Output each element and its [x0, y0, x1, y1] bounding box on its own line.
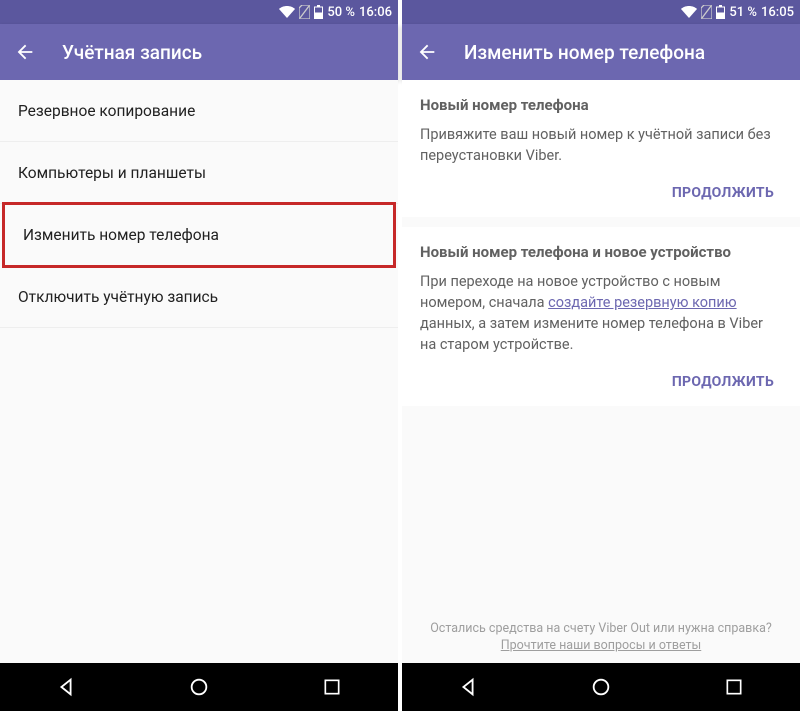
app-bar: Изменить номер телефона: [402, 24, 800, 80]
clock: 16:05: [761, 5, 794, 20]
battery-percent: 51 %: [729, 5, 757, 20]
card-title: Новый номер телефона и новое устройство: [420, 243, 782, 261]
menu-item-label: Резервное копирование: [18, 102, 195, 120]
continue-button[interactable]: ПРОДОЛЖИТЬ: [672, 374, 774, 390]
nav-home-button[interactable]: [164, 663, 234, 711]
wifi-icon: [681, 6, 697, 18]
page-title: Изменить номер телефона: [464, 41, 705, 64]
card-body: Привяжите ваш новый номер к учётной запи…: [420, 124, 782, 166]
nav-recent-button[interactable]: [699, 663, 769, 711]
card-new-number: Новый номер телефона Привяжите ваш новый…: [402, 80, 800, 217]
clock: 16:06: [359, 5, 392, 20]
status-bar: 51 % 16:05: [402, 0, 800, 24]
nav-back-button[interactable]: [433, 663, 503, 711]
card-title: Новый номер телефона: [420, 96, 782, 114]
footer-text: Остались средства на счету Viber Out или…: [430, 621, 772, 636]
back-icon[interactable]: [416, 41, 438, 63]
menu-item-change-phone[interactable]: Изменить номер телефона: [2, 202, 396, 268]
menu-item-label: Изменить номер телефона: [23, 226, 219, 244]
card-body-text: данных, а затем измените номер телефона …: [420, 315, 763, 353]
card-body: При переходе на новое устройство с новым…: [420, 271, 782, 355]
menu-item-computers-tablets[interactable]: Компьютеры и планшеты: [0, 142, 398, 204]
footer-note: Остались средства на счету Viber Out или…: [402, 621, 800, 663]
battery-percent: 50 %: [327, 5, 355, 20]
sim-icon: [701, 5, 712, 19]
page-title: Учётная запись: [62, 41, 202, 64]
menu-item-label: Компьютеры и планшеты: [18, 164, 206, 182]
wifi-icon: [279, 6, 295, 18]
back-icon[interactable]: [14, 41, 36, 63]
change-phone-content: Новый номер телефона Привяжите ваш новый…: [402, 80, 800, 663]
continue-button[interactable]: ПРОДОЛЖИТЬ: [672, 185, 774, 201]
battery-icon: [716, 5, 725, 19]
sim-icon: [299, 5, 310, 19]
account-menu-list: Резервное копирование Компьютеры и планш…: [0, 80, 398, 663]
menu-item-deactivate[interactable]: Отключить учётную запись: [0, 266, 398, 328]
menu-item-label: Отключить учётную запись: [18, 288, 218, 306]
screen-change-phone: 51 % 16:05 Изменить номер телефона Новый…: [402, 0, 800, 711]
nav-bar: [402, 663, 800, 711]
nav-home-button[interactable]: [566, 663, 636, 711]
screen-account: 50 % 16:06 Учётная запись Резервное копи…: [0, 0, 398, 711]
faq-link[interactable]: Прочтите наши вопросы и ответы: [422, 638, 780, 653]
nav-bar: [0, 663, 398, 711]
card-new-number-device: Новый номер телефона и новое устройство …: [402, 227, 800, 406]
status-bar: 50 % 16:06: [0, 0, 398, 24]
battery-icon: [314, 5, 323, 19]
nav-recent-button[interactable]: [297, 663, 367, 711]
app-bar: Учётная запись: [0, 24, 398, 80]
nav-back-button[interactable]: [31, 663, 101, 711]
backup-link[interactable]: создайте резервную копию: [548, 294, 736, 311]
menu-item-backup[interactable]: Резервное копирование: [0, 80, 398, 142]
